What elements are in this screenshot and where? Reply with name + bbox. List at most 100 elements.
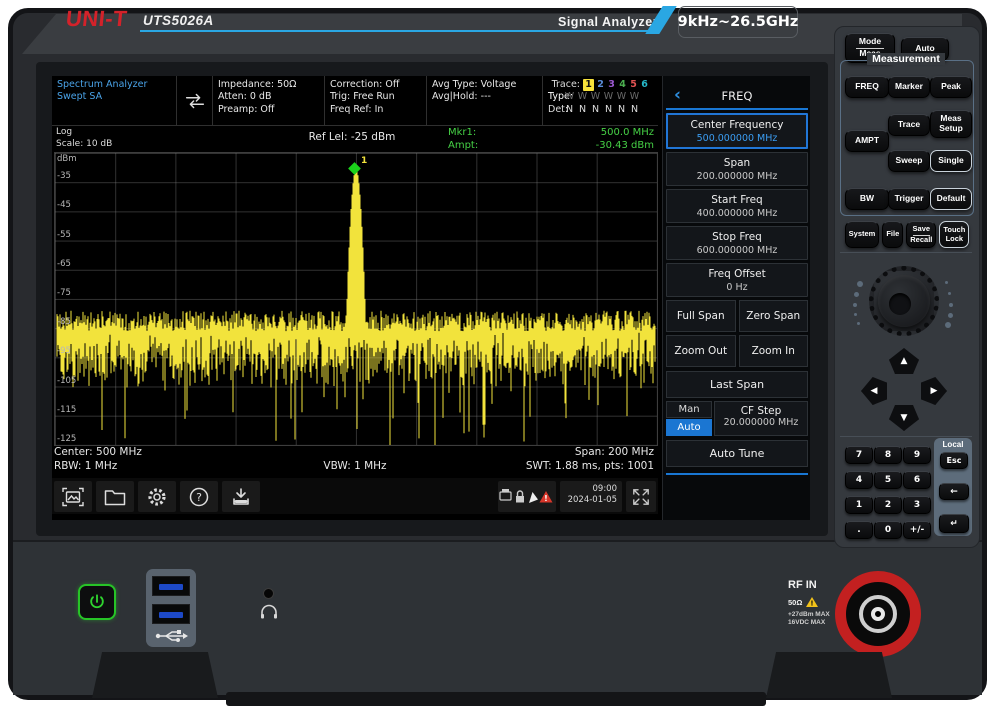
settings-gear-icon[interactable] [138, 481, 176, 512]
trace-1-chip[interactable]: 1 [583, 79, 594, 91]
y-tick: -105 [57, 376, 76, 386]
meas-setup-key[interactable]: Meas Setup [930, 110, 972, 138]
trace-5-chip[interactable]: 5 [628, 79, 639, 91]
marker-key[interactable]: Marker [888, 76, 930, 98]
trace-number-row: Trace: 1 2 3 4 5 6 [548, 79, 653, 91]
key-0[interactable]: 0 [874, 521, 902, 539]
key-8[interactable]: 8 [874, 446, 902, 464]
folder-button[interactable] [96, 481, 134, 512]
key-2[interactable]: 2 [874, 496, 902, 514]
datetime[interactable]: 09:00 2024-01-05 [560, 481, 622, 512]
help-button[interactable]: ? [180, 481, 218, 512]
rf-impedance-row: 50Ω ! [788, 597, 818, 607]
trace-key[interactable]: Trace [888, 114, 930, 136]
status-correction: Correction: Off [330, 79, 421, 91]
y-tick: -125 [57, 434, 76, 444]
status-preamp: Preamp: Off [218, 104, 319, 116]
key-4[interactable]: 4 [845, 471, 873, 489]
product-name: Signal Analyzer [558, 15, 658, 29]
key-1[interactable]: 1 [845, 496, 873, 514]
default-key[interactable]: Default [930, 188, 972, 210]
headphone-icon [259, 603, 279, 624]
softkey-stop-freq[interactable]: Stop Freq 600.000000 MHz [666, 226, 808, 260]
save-download-button[interactable] [222, 481, 260, 512]
svg-text:!: ! [811, 600, 814, 607]
esc-key[interactable]: Esc [940, 452, 968, 469]
softkey-freq-offset[interactable]: Freq Offset 0 Hz [666, 263, 808, 297]
usb-port-1 [152, 576, 190, 596]
softkey-zoom-out[interactable]: Zoom Out [666, 335, 736, 367]
trace-table: Trace: 1 2 3 4 5 6 Type: WWWWWW Det: NNN… [542, 76, 658, 125]
trace-2-chip[interactable]: 2 [595, 79, 606, 91]
rf-warning-icon: ! [806, 597, 818, 607]
softkey-full-span[interactable]: Full Span [666, 300, 736, 332]
cf-step-man-toggle[interactable]: Man [666, 401, 712, 418]
fullscreen-expand-icon[interactable] [626, 481, 656, 512]
softkey-zoom-in[interactable]: Zoom In [739, 335, 809, 367]
swt-annotation: SWT: 1.88 ms, pts: 1001 [52, 460, 654, 472]
system-key[interactable]: System [845, 221, 880, 248]
frequency-range: 9kHz~26.5GHz [678, 6, 798, 38]
rf-max-voltage: 16VDC MAX [788, 619, 825, 626]
softkey-auto-tune[interactable]: Auto Tune [666, 440, 808, 467]
trace-3-chip[interactable]: 3 [606, 79, 617, 91]
usb-icon [152, 628, 190, 648]
key-5[interactable]: 5 [874, 471, 902, 489]
key-9[interactable]: 9 [903, 446, 931, 464]
rf-in-label: RF IN [788, 579, 817, 591]
softkey-cf-step[interactable]: Man Auto CF Step 20.000000 MHz [666, 401, 808, 436]
sweep-key[interactable]: Sweep [888, 150, 930, 172]
marker-ampt-label: Ampt: [448, 139, 478, 152]
file-key[interactable]: File [882, 221, 903, 248]
spectrum-trace [55, 153, 657, 445]
clock-time: 09:00 [560, 484, 617, 495]
menu-bottom-accent [666, 473, 808, 475]
save-recall-key[interactable]: Save Recall [906, 221, 936, 248]
softkey-last-span[interactable]: Last Span [666, 371, 808, 398]
model-number: UTS5026A [143, 13, 214, 28]
softkey-center-frequency[interactable]: Center Frequency 500.000000 MHz [666, 113, 808, 149]
trace-6-chip[interactable]: 6 [639, 79, 650, 91]
key-dot[interactable]: . [845, 521, 873, 539]
softkey-span[interactable]: Span 200.000000 MHz [666, 152, 808, 186]
mode-title-line1: Spectrum Analyzer [57, 79, 171, 91]
status-atten: Atten: 0 dB [218, 91, 319, 103]
trace-4-chip[interactable]: 4 [617, 79, 628, 91]
ampt-key[interactable]: AMPT [845, 130, 889, 152]
key-7[interactable]: 7 [845, 446, 873, 464]
peak-key[interactable]: Peak [930, 76, 972, 98]
y-tick: -85 [57, 317, 71, 327]
menu-back-chevron-icon[interactable]: ‹ [674, 85, 681, 105]
mode-title-line2: Swept SA [57, 91, 171, 103]
y-tick: -45 [57, 200, 71, 210]
trigger-key[interactable]: Trigger [888, 188, 930, 210]
storage-icon-cap [502, 489, 509, 492]
continuous-sweep-icon[interactable] [176, 76, 212, 125]
key-6[interactable]: 6 [903, 471, 931, 489]
y-axis-unit: dBm [57, 154, 77, 164]
y-tick: -35 [57, 171, 71, 181]
key-plusminus[interactable]: +/- [903, 521, 931, 539]
cf-step-auto-toggle[interactable]: Auto [666, 419, 712, 436]
screenshot-button[interactable] [54, 481, 92, 512]
softkey-start-freq[interactable]: Start Freq 400.000000 MHz [666, 189, 808, 223]
softkey-zero-span[interactable]: Zero Span [739, 300, 809, 332]
status-trigger: Trig: Free Run [330, 91, 421, 103]
spectrum-plot: dBm -35 -45 -55 -65 -75 -85 -95 -105 -11… [54, 152, 658, 446]
y-tick: -75 [57, 288, 71, 298]
single-key[interactable]: Single [930, 150, 972, 172]
screen: Spectrum Analyzer Swept SA Impedance: 50… [52, 76, 810, 520]
key-3[interactable]: 3 [903, 496, 931, 514]
backspace-key[interactable]: ← [939, 483, 969, 500]
panel-divider [840, 252, 972, 253]
device-foot-left [92, 652, 218, 698]
bw-key[interactable]: BW [845, 188, 889, 210]
touch-lock-key[interactable]: Touch Lock [939, 221, 969, 248]
status-bar: Spectrum Analyzer Swept SA Impedance: 50… [52, 76, 658, 126]
status-impedance: Impedance: 50Ω [218, 79, 319, 91]
power-button[interactable] [78, 584, 116, 620]
marker-readout: Mkr1: 500.0 MHz Ampt: -30.43 dBm [448, 126, 654, 152]
enter-key[interactable]: ↵ [939, 514, 969, 533]
trace-det-row: Det: NNNNNN [548, 104, 653, 116]
freq-key[interactable]: FREQ [845, 76, 889, 98]
